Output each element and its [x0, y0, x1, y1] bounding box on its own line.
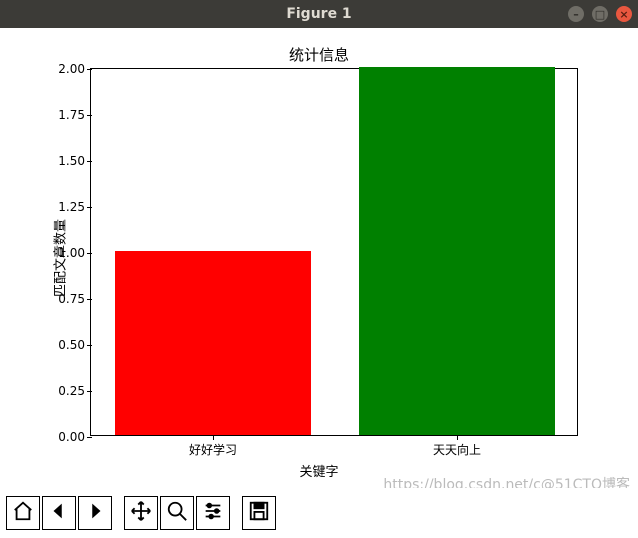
- window-controls: – □ ×: [568, 0, 632, 28]
- bar: [115, 251, 310, 435]
- arrow-right-icon: [84, 500, 106, 526]
- y-tick-label: 0.00: [58, 430, 91, 444]
- toolbar-pan-button[interactable]: [124, 496, 158, 530]
- window-title: Figure 1: [286, 6, 351, 22]
- toolbar-forward-button[interactable]: [78, 496, 112, 530]
- zoom-icon: [166, 500, 188, 526]
- home-icon: [12, 500, 34, 526]
- toolbar-home-button[interactable]: [6, 496, 40, 530]
- figure-canvas: 统计信息 0.000.250.500.751.001.251.501.752.0…: [0, 28, 638, 488]
- y-tick-label: 0.50: [58, 338, 91, 352]
- y-tick-label: 1.25: [58, 200, 91, 214]
- x-axis-label: 关键字: [0, 461, 638, 480]
- toolbar-zoom-button[interactable]: [160, 496, 194, 530]
- toolbar-configure-button[interactable]: [196, 496, 230, 530]
- y-tick-label: 2.00: [58, 62, 91, 76]
- arrow-left-icon: [48, 500, 70, 526]
- window-titlebar: Figure 1 – □ ×: [0, 0, 638, 28]
- move-icon: [130, 500, 152, 526]
- chart-title: 统计信息: [0, 44, 638, 65]
- plot-axes: 0.000.250.500.751.001.251.501.752.00好好学习…: [90, 68, 578, 436]
- bar: [359, 67, 554, 435]
- y-tick-label: 1.75: [58, 108, 91, 122]
- sliders-icon: [202, 500, 224, 526]
- y-tick-label: 1.50: [58, 154, 91, 168]
- window-close-button[interactable]: ×: [616, 6, 632, 22]
- toolbar-back-button[interactable]: [42, 496, 76, 530]
- window-maximize-button[interactable]: □: [592, 6, 608, 22]
- window-minimize-button[interactable]: –: [568, 6, 584, 22]
- save-icon: [248, 500, 270, 526]
- matplotlib-toolbar: [0, 488, 638, 538]
- x-tick-label: 天天向上: [433, 435, 481, 458]
- y-tick-label: 0.25: [58, 384, 91, 398]
- x-tick-label: 好好学习: [189, 435, 237, 458]
- toolbar-save-button[interactable]: [242, 496, 276, 530]
- y-axis-label: 匹配文章数量: [50, 219, 69, 297]
